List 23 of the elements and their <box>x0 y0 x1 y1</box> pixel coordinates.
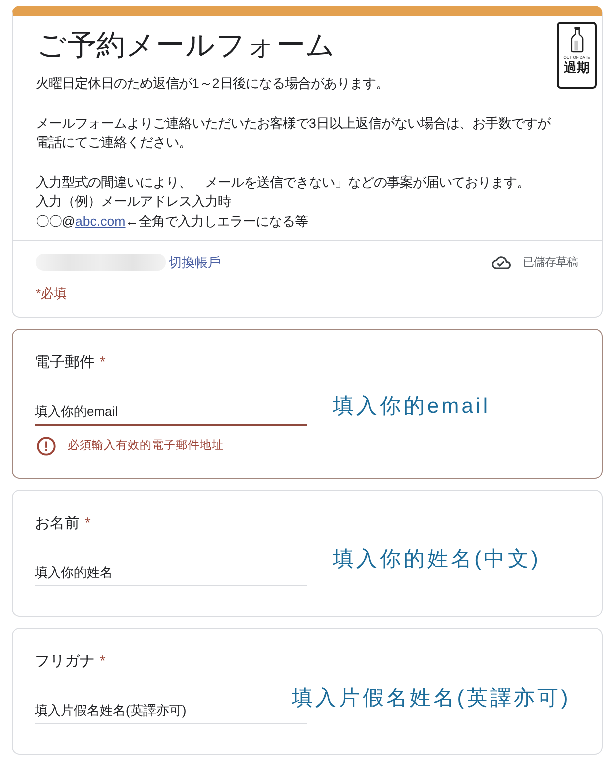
question-label: フリガナ <box>35 652 95 672</box>
annotation-text: 填入你的email <box>333 394 491 420</box>
cloud-check-icon <box>492 256 511 270</box>
description-text: 火曜日定休日のため返信が1～2日後になる場合があります。 <box>36 75 389 93</box>
example-link[interactable]: abc.com <box>76 214 126 228</box>
required-asterisk: * <box>100 353 106 373</box>
answer-field[interactable]: 填入你的姓名 <box>35 563 307 586</box>
save-status-text: 已儲存草稿 <box>523 256 578 270</box>
question-label: 電子郵件 <box>35 353 95 373</box>
switch-account-link[interactable]: 切換帳戶 <box>169 254 221 272</box>
bottle-icon <box>570 27 584 53</box>
form-title: ご予約メールフォーム <box>37 29 336 64</box>
required-asterisk: * <box>100 652 106 672</box>
answer-field[interactable]: 填入你的email <box>35 402 307 426</box>
question-label: お名前 <box>35 514 80 534</box>
badge-label: 過期 <box>564 60 590 76</box>
required-note: *必填 <box>36 285 68 303</box>
error-message: 必須輸入有效的電子郵件地址 <box>68 438 224 454</box>
required-asterisk: * <box>85 514 91 534</box>
error-icon <box>37 436 56 456</box>
description-text: メールフォームよりご連絡いただいたお客様で3日以上返信がない場合は、お手数ですが 電話にてご連絡ください。 <box>36 114 550 152</box>
description-text: 入力型式の間違いにより、「メールを送信できない」などの事案が届いております。 入力（例）メールアドレス入力時 〇〇@abc.com←全角で入力しエラーになる等 <box>36 174 530 230</box>
annotation-text: 填入你的姓名(中文) <box>333 547 541 573</box>
